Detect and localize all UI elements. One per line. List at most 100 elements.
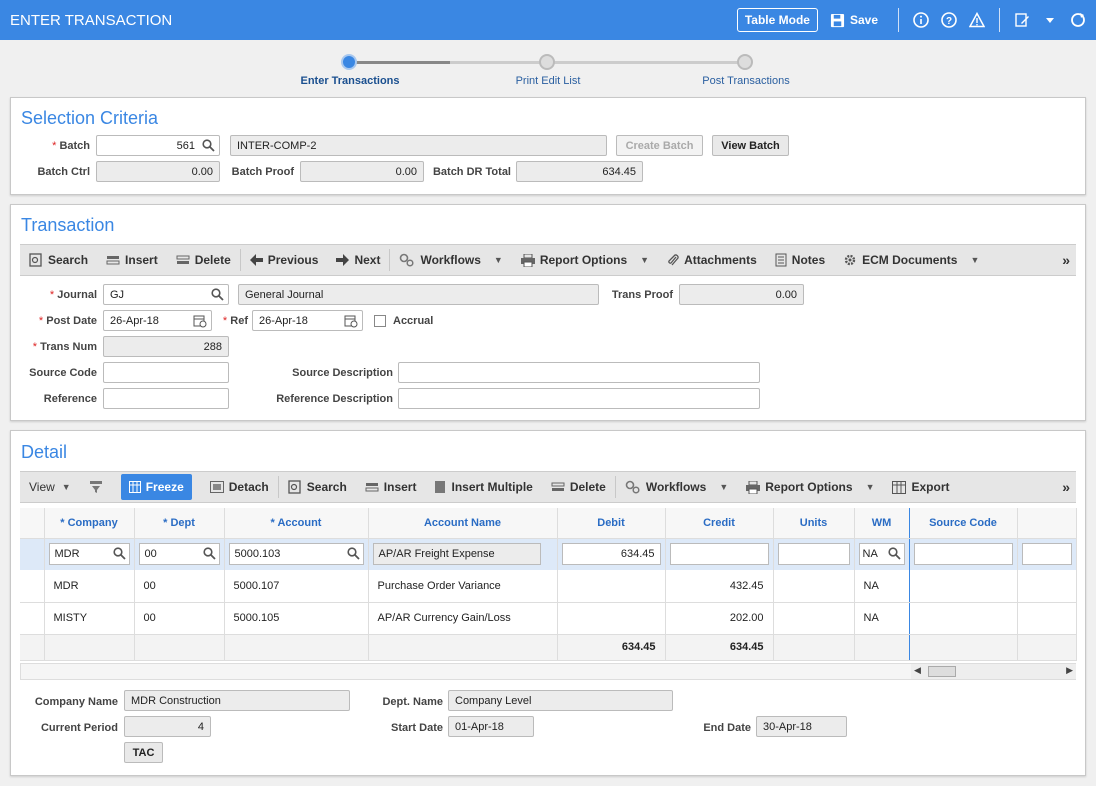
- cell-company[interactable]: MDR: [44, 570, 135, 603]
- calendar-icon[interactable]: [344, 314, 358, 328]
- wm-input[interactable]: NA: [858, 543, 905, 566]
- extra-grid-input[interactable]: [1021, 543, 1072, 566]
- calendar-icon[interactable]: [193, 314, 207, 328]
- view-batch-button[interactable]: View Batch: [712, 135, 789, 156]
- help-icon[interactable]: ?: [941, 12, 957, 28]
- column-company[interactable]: * Company: [44, 508, 135, 539]
- ref-date-input[interactable]: 26-Apr-18: [252, 310, 363, 331]
- create-batch-button[interactable]: Create Batch: [616, 135, 703, 156]
- source-code-grid-input[interactable]: [913, 543, 1013, 566]
- credit-input[interactable]: [669, 543, 769, 566]
- next-button[interactable]: Next: [336, 253, 380, 267]
- detail-workflows-button[interactable]: Workflows ▼: [625, 480, 728, 494]
- dept-input[interactable]: 00: [138, 543, 220, 566]
- filter-button[interactable]: [89, 480, 103, 494]
- account-input[interactable]: 5000.103: [228, 543, 364, 566]
- cell-dept[interactable]: 00: [134, 570, 225, 603]
- step-print-edit-list[interactable]: Print Edit List: [516, 75, 581, 87]
- tac-button[interactable]: TAC: [124, 742, 163, 763]
- delete-button[interactable]: Delete: [176, 253, 231, 267]
- cell-debit[interactable]: [557, 570, 666, 603]
- step-dot[interactable]: [539, 54, 555, 70]
- column-dept[interactable]: * Dept: [134, 508, 225, 539]
- row-selector[interactable]: [20, 538, 45, 570]
- detail-insert-button[interactable]: Insert: [365, 480, 416, 494]
- batch-input[interactable]: 561: [96, 135, 220, 156]
- search-icon[interactable]: [202, 547, 216, 560]
- detail-search-button[interactable]: Search: [288, 480, 347, 494]
- company-input[interactable]: MDR: [48, 543, 130, 566]
- info-icon[interactable]: [913, 12, 929, 28]
- report-options-button[interactable]: Report Options ▼: [520, 253, 649, 267]
- cell-dept[interactable]: 00: [134, 602, 225, 635]
- edit-note-icon[interactable]: [1014, 12, 1030, 28]
- freeze-button[interactable]: Freeze: [120, 474, 192, 500]
- insert-multiple-button[interactable]: Insert Multiple: [434, 480, 533, 494]
- accrual-checkbox[interactable]: [374, 315, 386, 327]
- source-code-input[interactable]: [103, 362, 229, 383]
- cell-company[interactable]: MISTY: [44, 602, 135, 635]
- step-post-transactions[interactable]: Post Transactions: [702, 75, 789, 87]
- table-mode-button[interactable]: Table Mode: [736, 8, 818, 32]
- column-credit[interactable]: Credit: [665, 508, 774, 539]
- view-menu-button[interactable]: View ▼: [29, 480, 71, 494]
- table-row[interactable]: MDR 00 5000.107 Purchase Order Variance …: [20, 570, 1077, 603]
- workflows-button[interactable]: Workflows ▼: [399, 253, 503, 267]
- source-description-input[interactable]: [398, 362, 760, 383]
- cell-debit[interactable]: [557, 602, 666, 635]
- search-icon[interactable]: [211, 288, 224, 301]
- cell-units[interactable]: [773, 570, 855, 603]
- cell-credit[interactable]: 432.45: [665, 570, 774, 603]
- insert-button[interactable]: Insert: [106, 253, 158, 267]
- column-source-code[interactable]: Source Code: [909, 508, 1018, 539]
- ecm-documents-button[interactable]: ECM Documents ▼: [843, 253, 979, 267]
- column-account-name[interactable]: Account Name: [368, 508, 558, 539]
- units-input[interactable]: [777, 543, 850, 566]
- detail-delete-button[interactable]: Delete: [551, 480, 606, 494]
- column-wm[interactable]: WM: [854, 508, 910, 539]
- cell-account[interactable]: 5000.107: [224, 570, 369, 603]
- cell-credit[interactable]: 202.00: [665, 602, 774, 635]
- cell-source-code[interactable]: [909, 602, 1018, 635]
- refresh-icon[interactable]: [1070, 12, 1086, 28]
- search-icon[interactable]: [346, 547, 360, 560]
- scroll-left-icon[interactable]: ◀: [914, 665, 921, 676]
- scrollbar-thumb[interactable]: [928, 666, 956, 677]
- debit-input[interactable]: 634.45: [561, 543, 661, 566]
- search-icon[interactable]: [202, 139, 215, 152]
- search-button[interactable]: Search: [29, 253, 88, 267]
- search-icon[interactable]: [887, 547, 901, 560]
- cell-source-code[interactable]: [909, 570, 1018, 603]
- cell-wm[interactable]: NA: [854, 602, 910, 635]
- attachments-button[interactable]: Attachments: [667, 253, 757, 267]
- search-icon[interactable]: [112, 547, 126, 560]
- detail-toolbar-overflow-button[interactable]: »: [1062, 479, 1070, 495]
- step-dot[interactable]: [737, 54, 753, 70]
- detail-report-options-button[interactable]: Report Options ▼: [746, 480, 874, 494]
- column-debit[interactable]: Debit: [557, 508, 666, 539]
- cell-units[interactable]: [773, 602, 855, 635]
- reference-description-input[interactable]: [398, 388, 760, 409]
- row-selector[interactable]: [20, 602, 45, 635]
- table-row[interactable]: MISTY 00 5000.105 AP/AR Currency Gain/Lo…: [20, 602, 1077, 635]
- chevron-down-icon[interactable]: [1042, 12, 1058, 28]
- save-button[interactable]: Save: [830, 13, 878, 28]
- cell-account[interactable]: 5000.105: [224, 602, 369, 635]
- reference-input[interactable]: [103, 388, 229, 409]
- table-row-edit[interactable]: MDR 00 5000.103 AP/AR Freight Expense 63…: [20, 538, 1077, 570]
- step-dot-active[interactable]: [341, 54, 357, 70]
- previous-button[interactable]: Previous: [249, 253, 318, 267]
- export-button[interactable]: Export: [892, 480, 950, 494]
- notes-button[interactable]: Notes: [775, 253, 825, 267]
- detach-button[interactable]: Detach: [209, 480, 269, 494]
- post-date-input[interactable]: 26-Apr-18: [103, 310, 212, 331]
- scroll-right-icon[interactable]: ▶: [1066, 665, 1073, 676]
- warning-icon[interactable]: [969, 12, 985, 28]
- journal-input[interactable]: GJ: [103, 284, 229, 305]
- row-selector[interactable]: [20, 570, 45, 603]
- cell-wm[interactable]: NA: [854, 570, 910, 603]
- horizontal-scrollbar[interactable]: ◀ ▶: [911, 664, 1076, 679]
- toolbar-overflow-button[interactable]: »: [1062, 252, 1070, 268]
- column-units[interactable]: Units: [773, 508, 855, 539]
- column-account[interactable]: * Account: [224, 508, 369, 539]
